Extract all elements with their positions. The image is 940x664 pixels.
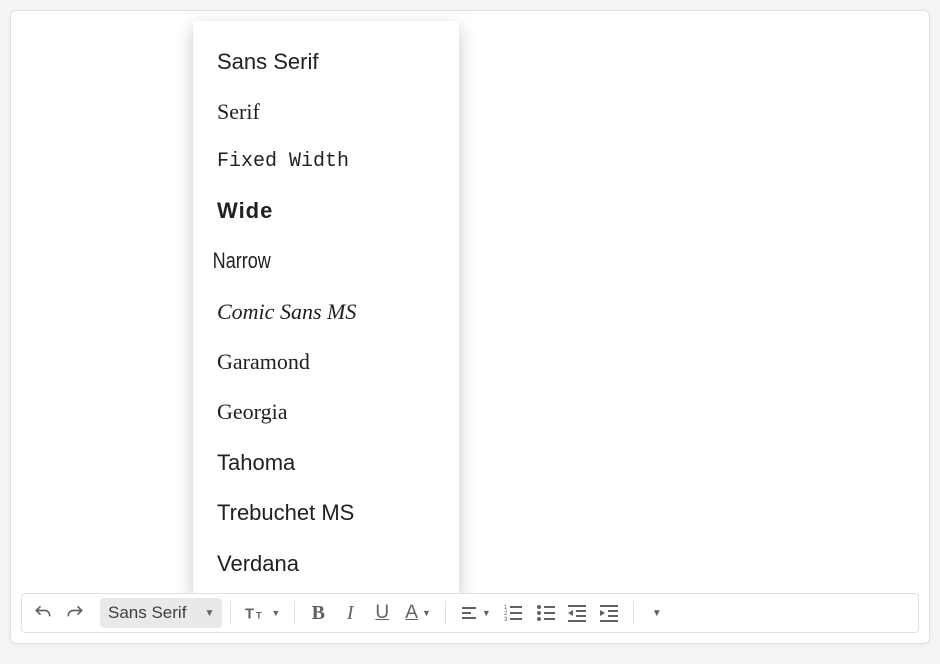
dropdown-caret-icon: ▼	[652, 608, 662, 619]
undo-icon	[33, 603, 53, 623]
font-option-sans-serif[interactable]: Sans Serif	[193, 37, 459, 87]
toolbar-separator	[445, 601, 446, 625]
dropdown-caret-icon: ▼	[271, 608, 280, 618]
indent-increase-button[interactable]	[595, 598, 625, 628]
bulleted-list-button[interactable]	[531, 598, 561, 628]
font-option-serif[interactable]: Serif	[193, 87, 459, 137]
editor-container: Sans Serif Serif Fixed Width Wide Narrow Comi…	[10, 10, 930, 644]
svg-text:T: T	[256, 611, 262, 621]
font-option-label: Narrow	[213, 248, 271, 273]
italic-icon: I	[347, 602, 354, 625]
italic-button[interactable]: I	[335, 598, 365, 628]
font-option-comic-sans-ms[interactable]: Comic Sans MS	[193, 287, 459, 337]
more-formatting-button[interactable]: ▼	[642, 598, 672, 628]
font-option-tahoma[interactable]: Tahoma	[193, 438, 459, 488]
text-color-icon: A	[405, 602, 418, 624]
indent-decrease-button[interactable]	[563, 598, 593, 628]
font-option-georgia[interactable]: Georgia	[193, 387, 459, 437]
font-family-selector[interactable]: Sans Serif ▼	[100, 598, 222, 628]
font-option-garamond[interactable]: Garamond	[193, 337, 459, 387]
font-option-label: Verdana	[217, 551, 299, 576]
font-option-fixed-width[interactable]: Fixed Width	[193, 138, 459, 186]
font-option-label: Wide	[217, 198, 273, 223]
dropdown-caret-icon: ▼	[422, 608, 431, 618]
font-family-selected-label: Sans Serif	[108, 603, 186, 623]
font-option-wide[interactable]: Wide	[193, 186, 459, 236]
font-option-label: Trebuchet MS	[217, 500, 354, 525]
font-size-button[interactable]: TT ▼	[239, 598, 286, 628]
font-option-trebuchet-ms[interactable]: Trebuchet MS	[193, 488, 459, 538]
font-size-icon: TT	[245, 603, 267, 623]
font-option-label: Garamond	[217, 349, 310, 374]
font-family-menu: Sans Serif Serif Fixed Width Wide Narrow Comi…	[193, 21, 459, 595]
svg-text:T: T	[245, 607, 254, 623]
underline-icon: U	[375, 602, 389, 624]
toolbar-separator	[230, 601, 231, 625]
svg-text:3: 3	[504, 617, 508, 622]
indent-increase-icon	[600, 604, 620, 622]
formatting-toolbar: Sans Serif ▼ TT ▼ B I U A ▼ ▼ 123	[21, 593, 919, 633]
font-option-label: Serif	[217, 99, 260, 124]
numbered-list-button[interactable]: 123	[499, 598, 529, 628]
font-option-label: Comic Sans MS	[217, 299, 356, 324]
undo-button[interactable]	[28, 598, 58, 628]
font-option-label: Fixed Width	[217, 150, 349, 173]
font-option-narrow[interactable]: Narrow	[193, 236, 411, 286]
font-option-label: Georgia	[217, 399, 287, 424]
redo-button[interactable]	[60, 598, 90, 628]
align-left-icon	[460, 604, 478, 622]
font-option-label: Sans Serif	[217, 49, 319, 74]
redo-icon	[65, 603, 85, 623]
toolbar-separator	[633, 601, 634, 625]
numbered-list-icon: 123	[504, 604, 524, 622]
font-option-verdana[interactable]: Verdana	[193, 539, 459, 589]
toolbar-separator	[294, 601, 295, 625]
underline-button[interactable]: U	[367, 598, 397, 628]
align-button[interactable]: ▼	[454, 598, 497, 628]
text-color-button[interactable]: A ▼	[399, 598, 437, 628]
dropdown-caret-icon: ▼	[204, 608, 214, 619]
bulleted-list-icon	[536, 604, 556, 622]
font-option-label: Tahoma	[217, 450, 295, 475]
indent-decrease-icon	[568, 604, 588, 622]
dropdown-caret-icon: ▼	[482, 608, 491, 618]
bold-button[interactable]: B	[303, 598, 333, 628]
bold-icon: B	[312, 602, 325, 625]
